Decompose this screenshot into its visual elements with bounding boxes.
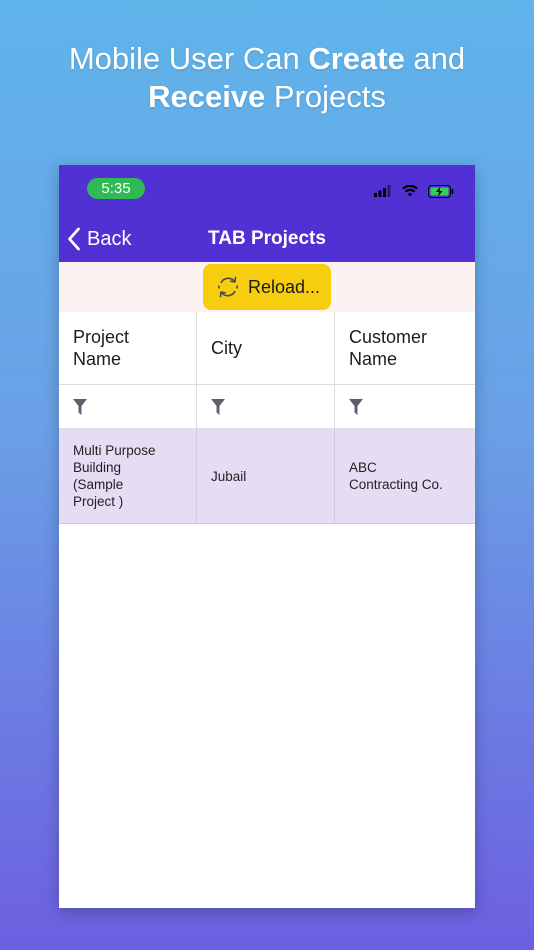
table-header-row: Project Name City Customer Name	[59, 312, 475, 385]
headline-bold-create: Create	[308, 41, 405, 76]
column-header-label: City	[211, 338, 242, 358]
table-filter-row	[59, 385, 475, 429]
headline-line-2: Receive Projects	[0, 78, 534, 116]
table-row[interactable]: Multi Purpose Building (Sample Project )…	[59, 429, 475, 524]
headline-text-projects: Projects	[265, 79, 386, 114]
filter-icon	[73, 398, 87, 415]
projects-table: Project Name City Customer Name Multi Pu…	[59, 312, 475, 524]
status-time: 5:35	[87, 178, 145, 199]
filter-city[interactable]	[197, 385, 335, 428]
status-bar: 5:35	[59, 165, 475, 215]
cell-customer-name: ABC Contracting Co.	[335, 429, 475, 523]
headline-text-and: and	[404, 41, 466, 76]
phone-screen: 5:35 Back TAB Projects Reload... Project…	[59, 165, 475, 908]
column-header-project-name[interactable]: Project Name	[59, 312, 197, 384]
cell-text: Jubail	[211, 468, 247, 484]
headline-text: Mobile User Can	[68, 41, 309, 76]
column-header-label: Project Name	[73, 327, 130, 369]
cell-city: Jubail	[197, 429, 335, 523]
cell-text: ABC Contracting Co.	[349, 460, 443, 492]
filter-project-name[interactable]	[59, 385, 197, 428]
column-header-customer-name[interactable]: Customer Name	[335, 312, 475, 384]
filter-icon	[211, 398, 225, 415]
page-title: TAB Projects	[208, 228, 326, 249]
column-header-city[interactable]: City	[197, 312, 335, 384]
filter-customer-name[interactable]	[335, 385, 475, 428]
promo-headline: Mobile User Can Create and Receive Proje…	[0, 40, 534, 116]
navigation-bar: Back TAB Projects	[59, 215, 475, 262]
headline-bold-receive: Receive	[148, 79, 266, 114]
wifi-icon	[402, 185, 418, 197]
reload-label: Reload...	[247, 276, 321, 297]
cell-project-name: Multi Purpose Building (Sample Project )	[59, 429, 197, 523]
filter-icon	[349, 398, 363, 415]
reload-button[interactable]: Reload...	[203, 264, 331, 310]
column-header-label: Customer Name	[349, 327, 428, 369]
cell-text: Multi Purpose Building (Sample Project )	[73, 443, 156, 509]
refresh-icon	[218, 276, 238, 298]
signal-icon	[374, 185, 391, 197]
headline-line-1: Mobile User Can Create and	[0, 40, 534, 78]
reload-toolbar: Reload...	[59, 262, 475, 312]
battery-charging-icon	[428, 184, 454, 198]
status-icons	[374, 184, 455, 198]
